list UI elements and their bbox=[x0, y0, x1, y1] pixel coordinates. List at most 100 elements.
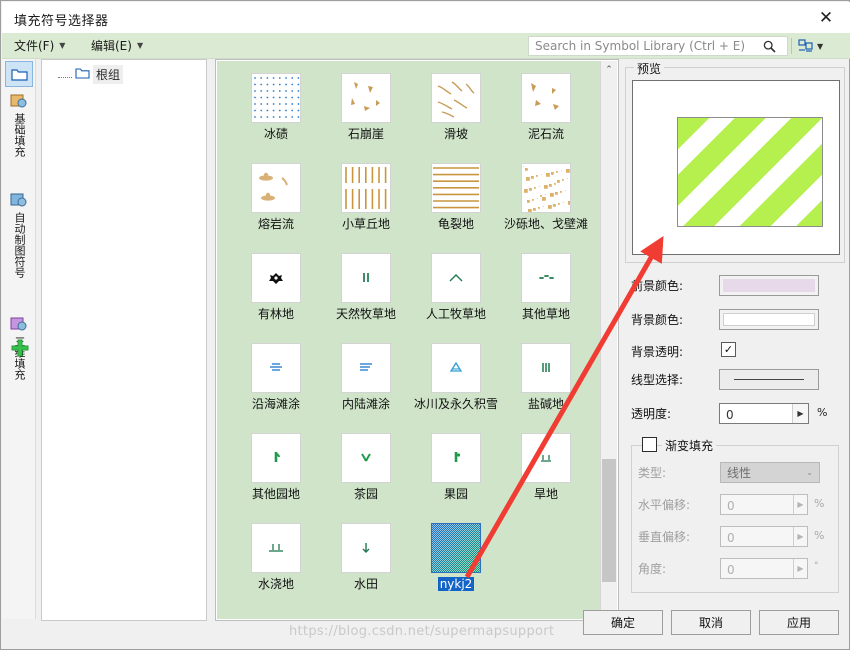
background-color-value bbox=[723, 313, 815, 326]
opacity-input[interactable] bbox=[724, 404, 792, 425]
search-icon[interactable] bbox=[759, 37, 779, 55]
symbol-cell[interactable]: 旱地 bbox=[501, 427, 591, 517]
symbol-cell[interactable]: 内陆滩涂 bbox=[321, 337, 411, 427]
symbol-label: 小草丘地 bbox=[341, 217, 390, 231]
symbol-label: 天然牧草地 bbox=[335, 307, 396, 321]
symbol-cell[interactable]: 人工牧草地 bbox=[411, 247, 501, 337]
symbol-cell[interactable]: 冰川及永久积雪 bbox=[411, 337, 501, 427]
sidebar-item-auto-cartography[interactable]: 自动制图符号 bbox=[4, 192, 34, 278]
background-transparent-checkbox[interactable]: ✓ bbox=[721, 342, 736, 357]
ok-button[interactable]: 确定 bbox=[583, 610, 663, 635]
gradient-hoffset-unit: % bbox=[814, 497, 825, 510]
gradient-voffset-stepper[interactable]: ▶ bbox=[720, 526, 808, 548]
symbol-cell[interactable]: 果园 bbox=[411, 427, 501, 517]
preview-box bbox=[632, 80, 840, 255]
tree-connector bbox=[58, 77, 72, 79]
symbol-cell[interactable]: 小草丘地 bbox=[321, 157, 411, 247]
symbol-cell[interactable]: 龟裂地 bbox=[411, 157, 501, 247]
cancel-button[interactable]: 取消 bbox=[671, 610, 751, 635]
stepper-arrow-icon[interactable]: ▶ bbox=[792, 404, 808, 423]
gradient-fill-checkbox[interactable] bbox=[642, 437, 657, 452]
symbol-label: 果园 bbox=[443, 487, 468, 501]
gradient-angle-label: 角度: bbox=[638, 562, 667, 576]
symbol-cell[interactable]: 盐碱地 bbox=[501, 337, 591, 427]
stepper-arrow-icon[interactable]: ▶ bbox=[793, 495, 807, 514]
category-rail: 基础填充 自动制图符号 三维填充 bbox=[2, 59, 36, 619]
symbol-group-tree[interactable]: 根组 bbox=[41, 59, 207, 621]
symbol-cell[interactable]: 天然牧草地 bbox=[321, 247, 411, 337]
background-color-label: 背景颜色: bbox=[631, 313, 684, 327]
scroll-up-icon[interactable]: ⌃ bbox=[601, 61, 617, 78]
symbol-label: 沿海滩涂 bbox=[251, 397, 300, 411]
symbol-cell-selected[interactable]: nykj2 bbox=[411, 517, 501, 607]
symbol-cell[interactable]: 冰碛 bbox=[231, 67, 321, 157]
sidebar-item-basic-fill[interactable]: 基础填充 bbox=[4, 93, 34, 157]
symbol-label: 水浇地 bbox=[257, 577, 294, 591]
apply-button[interactable]: 应用 bbox=[759, 610, 839, 635]
fill-symbol-selector-window: 填充符号选择器 ✕ 文件(F) ▼ 编辑(E) ▼ Search in Symb… bbox=[0, 0, 850, 650]
symbol-label: 盐碱地 bbox=[527, 397, 564, 411]
gradient-hoffset-stepper[interactable]: ▶ bbox=[720, 494, 808, 516]
menu-file[interactable]: 文件(F) ▼ bbox=[10, 37, 69, 55]
symbol-cell[interactable]: 石崩崖 bbox=[321, 67, 411, 157]
gallery-scrollbar[interactable]: ⌃ ⌄ bbox=[600, 61, 617, 619]
symbol-cell[interactable]: 熔岩流 bbox=[231, 157, 321, 247]
line-style-picker[interactable] bbox=[719, 369, 819, 390]
symbol-swatch bbox=[341, 163, 391, 213]
symbol-cell[interactable]: 其他园地 bbox=[231, 427, 321, 517]
symbol-swatch bbox=[341, 523, 391, 573]
gradient-type-select[interactable]: 线性 ⌄ bbox=[720, 462, 820, 483]
gradient-angle-stepper[interactable]: ▶ bbox=[720, 558, 808, 580]
gradient-hoffset-label: 水平偏移: bbox=[638, 498, 691, 512]
folder-icon[interactable] bbox=[5, 61, 33, 87]
symbol-label: 泥石流 bbox=[527, 127, 564, 141]
symbol-swatch bbox=[251, 523, 301, 573]
symbol-cell[interactable]: 沙砾地、戈壁滩 bbox=[501, 157, 591, 247]
symbol-swatch bbox=[431, 523, 481, 573]
view-layout-icon[interactable]: ▼ bbox=[798, 37, 823, 55]
menu-edit-label: 编辑(E) bbox=[91, 39, 132, 53]
symbol-cell[interactable]: 泥石流 bbox=[501, 67, 591, 157]
fill-basic-icon bbox=[10, 93, 28, 111]
symbol-cell[interactable]: 滑坡 bbox=[411, 67, 501, 157]
opacity-stepper[interactable]: ▶ bbox=[719, 403, 809, 425]
symbol-cell[interactable]: 水浇地 bbox=[231, 517, 321, 607]
search-input[interactable] bbox=[533, 36, 759, 56]
stepper-arrow-icon[interactable]: ▶ bbox=[793, 527, 807, 546]
symbol-cell[interactable]: 沿海滩涂 bbox=[231, 337, 321, 427]
symbol-cell[interactable]: 茶园 bbox=[321, 427, 411, 517]
symbol-gallery-panel: 冰碛 石崩崖 滑坡 泥石流 熔岩流 小草丘地 龟裂地 沙砾地、戈壁滩 有林地 天… bbox=[215, 59, 619, 621]
gradient-angle-input[interactable] bbox=[725, 559, 793, 580]
preview-group: 预览 bbox=[625, 60, 845, 263]
scrollbar-thumb[interactable] bbox=[602, 459, 616, 582]
gradient-type-value: 线性 bbox=[727, 466, 752, 480]
symbol-swatch bbox=[521, 253, 571, 303]
stepper-arrow-icon[interactable]: ▶ bbox=[793, 559, 807, 578]
symbol-cell[interactable]: 其他草地 bbox=[501, 247, 591, 337]
tree-node-root[interactable]: 根组 bbox=[58, 64, 124, 84]
close-icon[interactable]: ✕ bbox=[806, 4, 846, 31]
opacity-label: 透明度: bbox=[631, 407, 672, 421]
symbol-label: 熔岩流 bbox=[257, 217, 294, 231]
symbol-cell[interactable]: 水田 bbox=[321, 517, 411, 607]
sidebar-item-label: 自动制图符号 bbox=[13, 212, 26, 278]
gradient-hoffset-input[interactable] bbox=[725, 495, 793, 516]
symbol-swatch bbox=[431, 343, 481, 393]
gradient-voffset-row: 垂直偏移: ▶ % bbox=[632, 526, 840, 548]
gradient-voffset-label: 垂直偏移: bbox=[638, 530, 691, 544]
symbol-label: 冰碛 bbox=[263, 127, 288, 141]
symbol-cell[interactable]: 有林地 bbox=[231, 247, 321, 337]
symbol-swatch bbox=[251, 73, 301, 123]
add-symbol-button[interactable] bbox=[10, 338, 30, 358]
symbol-gallery[interactable]: 冰碛 石崩崖 滑坡 泥石流 熔岩流 小草丘地 龟裂地 沙砾地、戈壁滩 有林地 天… bbox=[217, 61, 602, 619]
menu-edit[interactable]: 编辑(E) ▼ bbox=[87, 37, 147, 55]
gradient-fill-group: 渐变填充 类型: 线性 ⌄ 水平偏移: ▶ % 垂直偏移: bbox=[631, 437, 840, 593]
menu-file-label: 文件(F) bbox=[14, 39, 55, 53]
background-color-swatch[interactable] bbox=[719, 309, 819, 330]
symbol-swatch bbox=[251, 163, 301, 213]
search-box[interactable] bbox=[528, 36, 788, 56]
symbol-swatch bbox=[341, 433, 391, 483]
foreground-color-swatch[interactable] bbox=[719, 275, 819, 296]
gradient-voffset-input[interactable] bbox=[725, 527, 793, 548]
gradient-angle-unit: ° bbox=[814, 561, 819, 571]
